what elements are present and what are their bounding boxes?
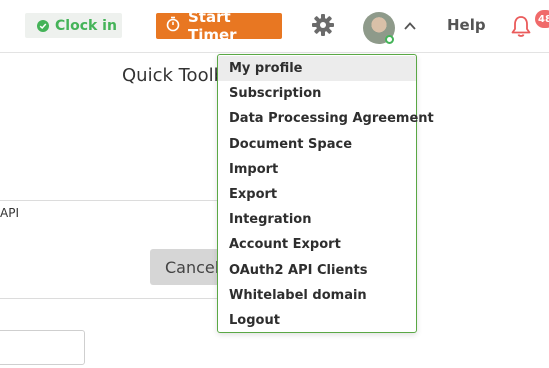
menu-item-account-export[interactable]: Account Export	[218, 232, 416, 257]
menu-item-whitelabel-domain[interactable]: Whitelabel domain	[218, 283, 416, 308]
menu-item-logout[interactable]: Logout	[218, 308, 416, 333]
notification-badge: 48	[535, 10, 549, 28]
start-timer-label: Start Timer	[188, 8, 237, 44]
clock-in-label: Clock in	[55, 17, 117, 34]
api-text: API	[0, 206, 19, 220]
profile-dropdown-menu: My profile Subscription Data Processing …	[217, 54, 434, 333]
top-bar: Clock in Start Timer Help 48	[0, 0, 549, 53]
help-link[interactable]: Help	[447, 16, 486, 34]
chevron-up-icon[interactable]	[402, 18, 418, 32]
menu-item-export[interactable]: Export	[218, 182, 416, 207]
menu-item-my-profile[interactable]: My profile	[218, 56, 416, 82]
menu-item-subscription[interactable]: Subscription	[218, 81, 416, 106]
divider	[0, 298, 217, 299]
text-input[interactable]	[0, 330, 85, 365]
gear-icon[interactable]	[311, 13, 335, 37]
stopwatch-icon	[166, 16, 180, 36]
page-title: Quick Toolb	[122, 65, 226, 86]
divider	[0, 200, 217, 201]
menu-item-import[interactable]: Import	[218, 157, 416, 182]
menu-item-oauth2-api-clients[interactable]: OAuth2 API Clients	[218, 258, 416, 283]
check-icon	[37, 19, 49, 32]
bell-icon[interactable]	[510, 14, 532, 38]
menu-item-integration[interactable]: Integration	[218, 207, 416, 232]
menu-item-data-processing-agreement[interactable]: Data Processing Agreement	[218, 106, 434, 131]
menu-item-document-space[interactable]: Document Space	[218, 132, 416, 157]
clock-in-button[interactable]: Clock in	[25, 13, 122, 38]
start-timer-button[interactable]: Start Timer	[156, 8, 282, 44]
avatar[interactable]	[363, 12, 395, 44]
online-status-dot	[385, 35, 394, 44]
